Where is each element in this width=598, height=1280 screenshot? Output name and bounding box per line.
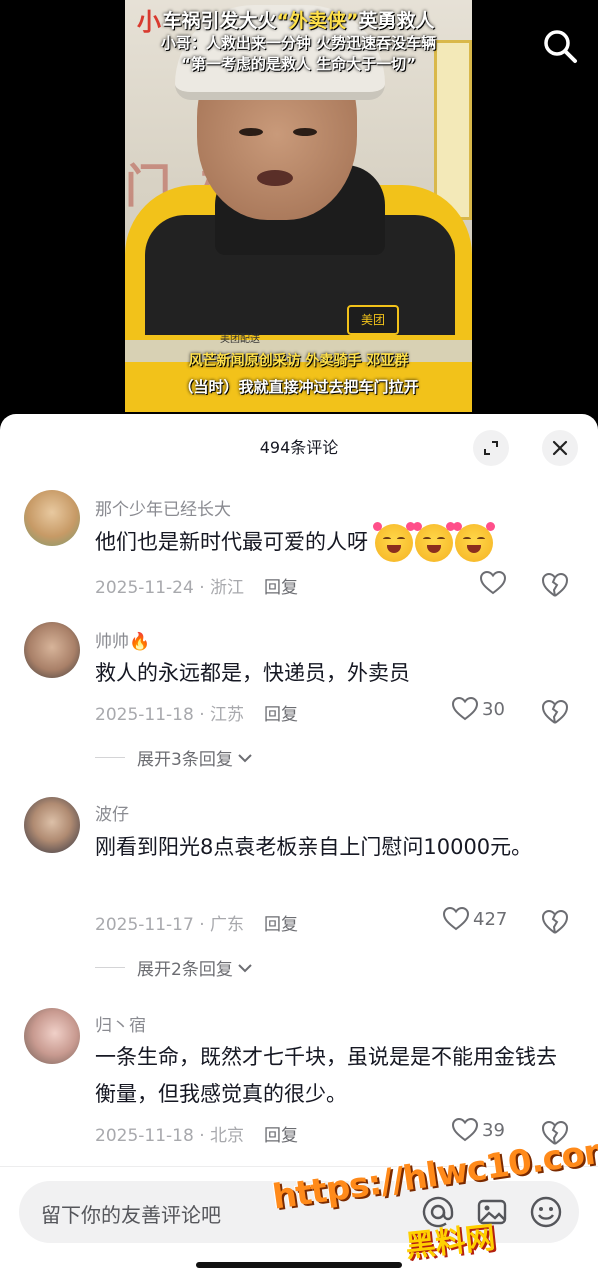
comment-username[interactable]: 帅帅🔥 bbox=[95, 627, 150, 652]
reply-button[interactable]: 回复 bbox=[264, 705, 298, 725]
close-button[interactable] bbox=[542, 430, 578, 466]
dislike-button[interactable] bbox=[541, 572, 569, 598]
reply-button[interactable]: 回复 bbox=[264, 915, 298, 935]
chevron-down-icon bbox=[238, 753, 252, 762]
video-caption-line3: “第一考虑的是救人 生命大于一切” bbox=[181, 55, 416, 73]
comment-text-body: 他们也是新时代最可爱的人呀 bbox=[95, 530, 368, 554]
comment-text: 救人的永远都是，快递员，外卖员 bbox=[95, 661, 410, 685]
comment-location: 浙江 bbox=[210, 578, 245, 598]
emoji-icon[interactable] bbox=[529, 1195, 563, 1229]
avatar[interactable] bbox=[24, 797, 80, 853]
home-indicator[interactable] bbox=[196, 1262, 402, 1268]
comment-username[interactable]: 那个少年已经长大 bbox=[95, 495, 231, 520]
mouth bbox=[257, 170, 293, 186]
heart-icon bbox=[480, 571, 506, 595]
video-caption-line2: 小哥：人救出来一分钟 火势迅速吞没车辆 bbox=[160, 34, 437, 52]
like-button[interactable]: 39 bbox=[452, 1118, 505, 1142]
comment-date: 2025-11-18 bbox=[95, 705, 194, 725]
avatar[interactable] bbox=[24, 1008, 80, 1064]
expand-icon bbox=[484, 441, 498, 455]
chevron-down-icon bbox=[238, 963, 252, 972]
like-button[interactable] bbox=[480, 571, 510, 595]
comment-item: 波仔 刚看到阳光8点袁老板亲自上门慰问10000元。 2025-11-17 · … bbox=[0, 797, 598, 997]
comment-date: 2025-11-17 bbox=[95, 915, 194, 935]
broken-heart-icon bbox=[541, 572, 569, 597]
comment-meta: 2025-11-24 · 浙江 回复 bbox=[95, 578, 299, 598]
search-icon[interactable] bbox=[540, 26, 580, 66]
reply-button[interactable]: 回复 bbox=[264, 578, 298, 598]
reply-button[interactable]: 回复 bbox=[264, 1126, 298, 1146]
expand-replies-label: 展开3条回复 bbox=[137, 750, 233, 770]
close-icon bbox=[552, 440, 568, 456]
divider bbox=[95, 757, 125, 758]
eye-left bbox=[239, 128, 263, 136]
dislike-button[interactable] bbox=[541, 909, 569, 935]
eye-right bbox=[293, 128, 317, 136]
emoji-group bbox=[372, 522, 495, 562]
dislike-button[interactable] bbox=[541, 699, 569, 725]
caption-part-b: “外卖侠” bbox=[276, 10, 359, 32]
jacket-logo: 美团配送 bbox=[220, 334, 260, 345]
expand-button[interactable] bbox=[473, 430, 509, 466]
heart-eyes-emoji-icon bbox=[412, 522, 455, 562]
heart-icon bbox=[443, 907, 469, 931]
divider bbox=[95, 967, 125, 968]
expand-replies-button[interactable]: 展开2条回复 bbox=[95, 955, 254, 980]
comment-location: 北京 bbox=[210, 1126, 245, 1146]
comment-location: 广东 bbox=[210, 915, 245, 935]
comment-date: 2025-11-24 bbox=[95, 578, 194, 598]
comment-item: 归丶宿 一条生命，既然才七千块，虽说是是不能用金钱去衡量，但我感觉真的很少。 2… bbox=[0, 1008, 598, 1148]
heart-icon bbox=[452, 697, 478, 721]
video-subtitle-quote: （当时）我就直接冲过去把车门拉开 bbox=[178, 378, 419, 396]
like-count: 30 bbox=[482, 698, 505, 720]
video-frame: 门 办 美团 美团配送 小 车祸引发大火“外卖侠”英勇救人 小哥：人救出来一分钟… bbox=[125, 0, 472, 412]
expand-replies-label: 展开2条回复 bbox=[137, 960, 233, 980]
like-count: 39 bbox=[482, 1119, 505, 1141]
comment-meta: 2025-11-18 · 北京 回复 bbox=[95, 1126, 299, 1146]
video-caption-line1: 车祸引发大火“外卖侠”英勇救人 bbox=[125, 6, 472, 33]
video-player[interactable]: 门 办 美团 美团配送 小 车祸引发大火“外卖侠”英勇救人 小哥：人救出来一分钟… bbox=[0, 0, 598, 430]
caption-part-a: 车祸引发大火 bbox=[162, 10, 277, 32]
comment-text: 刚看到阳光8点袁老板亲自上门慰问10000元。 bbox=[95, 835, 533, 859]
watermark-brand: 黑料网 bbox=[403, 1220, 497, 1265]
comment-date: 2025-11-18 bbox=[95, 1126, 194, 1146]
comment-username[interactable]: 波仔 bbox=[95, 800, 129, 825]
comment-item: 帅帅🔥 救人的永远都是，快递员，外卖员 2025-11-18 · 江苏 回复 30… bbox=[0, 622, 598, 782]
comment-input-placeholder: 留下你的友善评论吧 bbox=[41, 1203, 221, 1227]
heart-eyes-emoji-icon bbox=[372, 522, 415, 562]
like-button[interactable]: 30 bbox=[452, 697, 505, 721]
comment-meta: 2025-11-17 · 广东 回复 bbox=[95, 915, 299, 935]
heart-icon bbox=[452, 1118, 478, 1142]
video-subtitle-source: 风芒新闻原创采访 外卖骑手 邓亚群 bbox=[188, 353, 409, 369]
expand-replies-button[interactable]: 展开3条回复 bbox=[95, 745, 254, 770]
like-button[interactable]: 427 bbox=[443, 907, 507, 931]
comment-username[interactable]: 归丶宿 bbox=[95, 1011, 146, 1036]
comment-text: 他们也是新时代最可爱的人呀 bbox=[95, 522, 565, 562]
meituan-badge: 美团 bbox=[347, 305, 399, 335]
comment-location: 江苏 bbox=[210, 705, 245, 725]
broken-heart-icon bbox=[541, 909, 569, 934]
avatar[interactable] bbox=[24, 490, 80, 546]
avatar[interactable] bbox=[24, 622, 80, 678]
caption-part-c: 英勇救人 bbox=[358, 10, 435, 32]
like-count: 427 bbox=[473, 908, 508, 930]
comment-meta: 2025-11-18 · 江苏 回复 bbox=[95, 705, 299, 725]
heart-eyes-emoji-icon bbox=[452, 522, 495, 562]
broken-heart-icon bbox=[541, 699, 569, 724]
comment-text: 一条生命，既然才七千块，虽说是是不能用金钱去衡量，但我感觉真的很少。 bbox=[95, 1045, 557, 1106]
comment-item: 那个少年已经长大 他们也是新时代最可爱的人呀 2025-11-24 · 浙江 回复 bbox=[0, 490, 598, 600]
